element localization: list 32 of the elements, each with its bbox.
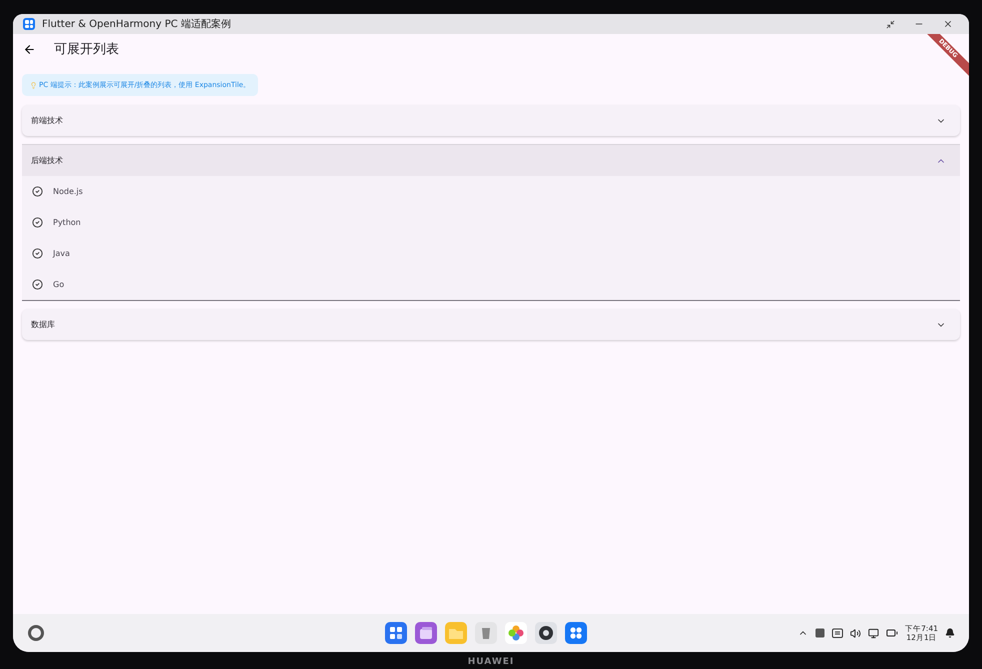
list-item[interactable]: Python	[22, 207, 960, 238]
list-item[interactable]: Java	[22, 238, 960, 269]
restore-button[interactable]	[886, 20, 894, 28]
battery-icon[interactable]	[886, 627, 898, 639]
list-item[interactable]: Go	[22, 269, 960, 300]
photos-icon[interactable]	[505, 622, 527, 644]
clipboard-icon[interactable]	[832, 628, 844, 638]
close-button[interactable]	[943, 19, 953, 29]
keyboard-icon[interactable]	[815, 628, 826, 638]
grid-app-icon[interactable]	[385, 622, 407, 644]
volume-icon[interactable]	[850, 628, 862, 638]
page-title: 可展开列表	[54, 41, 119, 58]
trash-icon[interactable]	[475, 622, 497, 644]
lightbulb-icon	[30, 82, 37, 88]
panel-header[interactable]: 数据库	[22, 309, 960, 340]
check-circle-icon	[32, 217, 43, 228]
grid-app-icon[interactable]	[565, 622, 587, 644]
bell-icon[interactable]	[945, 628, 955, 638]
check-circle-icon	[32, 279, 43, 290]
panel-header[interactable]: 前端技术	[22, 105, 960, 136]
start-button[interactable]	[27, 624, 45, 642]
windows-app-icon[interactable]	[415, 622, 437, 644]
settings-icon[interactable]	[535, 622, 557, 644]
app-icon	[23, 18, 35, 30]
list-item[interactable]: Node.js	[22, 176, 960, 207]
check-circle-icon	[32, 186, 43, 197]
back-button[interactable]	[23, 42, 36, 56]
check-circle-icon	[32, 248, 43, 259]
panel-header[interactable]: 后端技术	[22, 145, 960, 176]
monitor-icon[interactable]	[868, 628, 880, 638]
brand-label: HUAWEI	[468, 657, 514, 667]
window-title: Flutter & OpenHarmony PC 端适配案例	[42, 18, 232, 31]
